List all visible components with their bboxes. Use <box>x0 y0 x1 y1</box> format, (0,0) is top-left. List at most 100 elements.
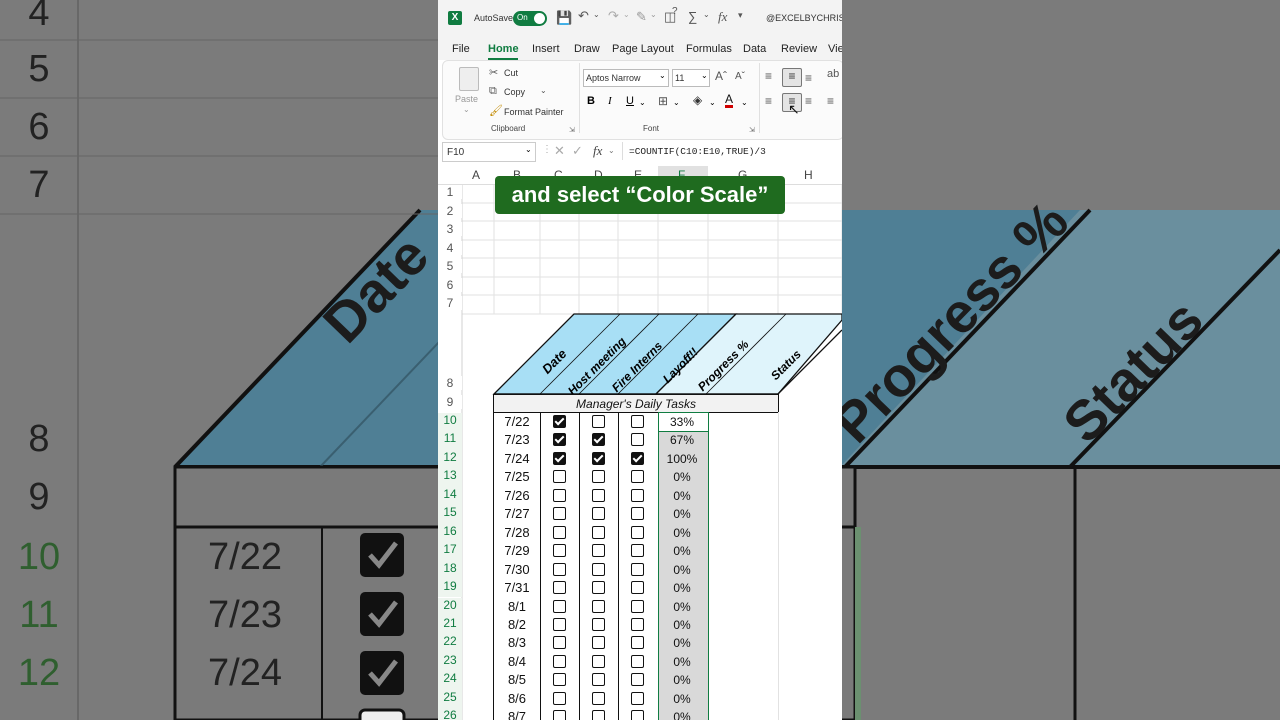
undo-dropdown-icon[interactable]: ⌄ <box>593 10 600 19</box>
task-checkbox[interactable] <box>592 544 605 558</box>
progress-cell[interactable]: 0% <box>658 489 706 503</box>
italic-button[interactable]: I <box>608 95 612 107</box>
row-header[interactable]: 25 <box>438 689 462 709</box>
align-top-icon[interactable]: ≡ <box>765 69 772 83</box>
task-checkbox[interactable] <box>631 451 644 465</box>
task-checkbox[interactable] <box>553 562 566 576</box>
date-cell[interactable]: 8/4 <box>494 654 540 669</box>
task-checkbox[interactable] <box>631 507 644 521</box>
task-checkbox[interactable] <box>592 525 605 539</box>
task-checkbox[interactable] <box>592 673 605 687</box>
task-checkbox[interactable] <box>631 599 644 613</box>
function-icon[interactable]: fx <box>718 9 727 25</box>
format-painter-label[interactable]: Format Painter <box>504 107 564 117</box>
customize-qat-icon[interactable]: ▾ <box>738 10 743 21</box>
align-right-icon[interactable]: ≡ <box>805 94 812 108</box>
fill-color-icon[interactable]: ◈ <box>693 93 702 107</box>
tab-draw[interactable]: Draw <box>574 43 600 55</box>
cut-label[interactable]: Cut <box>504 68 518 78</box>
task-checkbox[interactable] <box>553 470 566 484</box>
progress-cell[interactable]: 0% <box>658 470 706 484</box>
font-launcher-icon[interactable]: ⇲ <box>749 126 755 134</box>
progress-cell[interactable]: 0% <box>658 507 706 521</box>
task-checkbox[interactable] <box>592 488 605 502</box>
task-checkbox[interactable] <box>631 433 644 447</box>
date-cell[interactable]: 8/1 <box>494 599 540 614</box>
row-header[interactable]: 26 <box>438 708 462 720</box>
row-header[interactable]: 10 <box>438 413 462 432</box>
progress-cell[interactable]: 33% <box>658 415 706 429</box>
date-cell[interactable]: 8/3 <box>494 635 540 650</box>
date-cell[interactable]: 7/27 <box>494 506 540 521</box>
clipboard-launcher-icon[interactable]: ⇲ <box>569 126 575 134</box>
task-checkbox[interactable] <box>631 525 644 539</box>
progress-cell[interactable]: 0% <box>658 600 706 614</box>
autosum-dropdown-icon[interactable]: ⌄ <box>703 10 710 19</box>
progress-cell[interactable]: 100% <box>658 452 706 466</box>
row-header[interactable]: 22 <box>438 634 462 653</box>
date-cell[interactable]: 8/2 <box>494 617 540 632</box>
task-checkbox[interactable] <box>631 470 644 484</box>
paste-icon[interactable] <box>459 67 479 91</box>
date-cell[interactable]: 8/6 <box>494 691 540 706</box>
row-header[interactable]: 13 <box>438 468 462 487</box>
task-checkbox[interactable] <box>592 654 605 668</box>
task-checkbox[interactable] <box>553 507 566 521</box>
progress-cell[interactable]: 0% <box>658 655 706 669</box>
task-checkbox[interactable] <box>631 710 644 720</box>
task-checkbox[interactable] <box>553 636 566 650</box>
task-checkbox[interactable] <box>631 581 644 595</box>
task-checkbox[interactable] <box>592 507 605 521</box>
task-checkbox[interactable] <box>553 581 566 595</box>
row-header[interactable]: 16 <box>438 523 462 543</box>
tab-view[interactable]: Vie <box>828 43 842 55</box>
task-checkbox[interactable] <box>631 544 644 558</box>
row-header[interactable]: 5 <box>438 259 462 273</box>
row-header[interactable]: 17 <box>438 542 462 561</box>
row-header[interactable]: 11 <box>438 431 462 450</box>
task-checkbox[interactable] <box>553 710 566 720</box>
paste-label[interactable]: Paste <box>455 94 478 104</box>
task-checkbox[interactable] <box>553 544 566 558</box>
tab-page-layout[interactable]: Page Layout <box>612 43 674 55</box>
task-checkbox[interactable] <box>553 654 566 668</box>
task-checkbox[interactable] <box>592 691 605 705</box>
font-size-dropdown-icon[interactable]: ⌄ <box>701 71 708 80</box>
tab-file[interactable]: File <box>452 43 470 55</box>
row-header[interactable]: 9 <box>438 395 462 409</box>
font-name-dropdown-icon[interactable]: ⌄ <box>659 71 666 80</box>
insert-function-icon[interactable]: fx <box>593 143 602 159</box>
format-painter-qat-icon[interactable]: ✎ <box>636 9 647 25</box>
task-checkbox[interactable] <box>592 617 605 631</box>
cut-icon[interactable]: ✂ <box>489 66 498 79</box>
task-checkbox[interactable] <box>592 451 605 465</box>
row-header[interactable]: 23 <box>438 652 462 672</box>
underline-dropdown-icon[interactable]: ⌄ <box>639 98 646 107</box>
task-checkbox[interactable] <box>592 433 605 447</box>
progress-cell[interactable]: 67% <box>658 433 706 447</box>
date-cell[interactable]: 8/5 <box>494 672 540 687</box>
undo-icon[interactable]: ↶ <box>578 8 589 24</box>
task-checkbox[interactable] <box>631 691 644 705</box>
fx-dropdown-icon[interactable]: ⌄ <box>608 146 615 155</box>
row-header[interactable]: 18 <box>438 560 462 580</box>
underline-button[interactable]: U <box>626 95 634 107</box>
copy-label[interactable]: Copy <box>504 87 525 97</box>
autosum-icon[interactable]: ∑ <box>688 9 697 24</box>
progress-cell[interactable]: 0% <box>658 692 706 706</box>
font-color-dropdown-icon[interactable]: ⌄ <box>741 98 748 107</box>
tab-review[interactable]: Review <box>781 43 817 55</box>
task-checkbox[interactable] <box>631 673 644 687</box>
align-middle-icon[interactable]: ≡ <box>782 68 802 87</box>
task-checkbox[interactable] <box>553 691 566 705</box>
date-cell[interactable]: 7/24 <box>494 451 540 466</box>
task-checkbox[interactable] <box>553 451 566 465</box>
row-header[interactable]: 21 <box>438 615 462 635</box>
progress-cell[interactable]: 0% <box>658 544 706 558</box>
date-cell[interactable]: 7/28 <box>494 525 540 540</box>
task-checkbox[interactable] <box>553 415 566 428</box>
progress-cell[interactable]: 0% <box>658 673 706 687</box>
task-checkbox[interactable] <box>592 415 605 428</box>
qat-dropdown-icon[interactable]: ⌄ <box>650 10 657 19</box>
date-cell[interactable]: 7/26 <box>494 488 540 503</box>
